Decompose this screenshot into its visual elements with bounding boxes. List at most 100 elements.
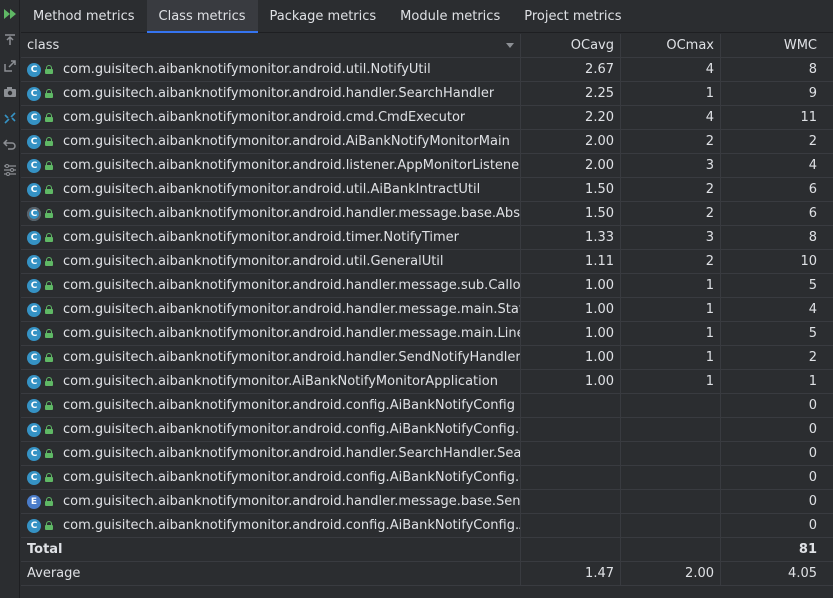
wmc-cell: 0: [721, 490, 833, 514]
class-cell: Ccom.guisitech.aibanknotifymonitor.andro…: [21, 394, 521, 418]
ocavg-cell: [521, 514, 621, 538]
table-row[interactable]: Ccom.guisitech.aibanknotifymonitor.andro…: [21, 154, 833, 178]
table-header: class OCavg OCmax WMC: [21, 34, 833, 58]
settings-icon[interactable]: [2, 162, 18, 178]
ocmax-cell: [621, 442, 721, 466]
class-name: com.guisitech.aibanknotifymonitor.androi…: [63, 229, 460, 245]
class-name: com.guisitech.aibanknotifymonitor.androi…: [63, 61, 431, 77]
public-access-icon: [45, 329, 53, 338]
class-cell: Ccom.guisitech.aibanknotifymonitor.andro…: [21, 418, 521, 442]
table-row[interactable]: Ccom.guisitech.aibanknotifymonitor.andro…: [21, 106, 833, 130]
tab-package-metrics[interactable]: Package metrics: [258, 0, 389, 33]
total-row[interactable]: Total 81: [21, 538, 833, 562]
ocavg-cell: 1.00: [521, 274, 621, 298]
wmc-cell: 6: [721, 178, 833, 202]
ocavg-cell: 2.00: [521, 154, 621, 178]
wmc-cell: 9: [721, 82, 833, 106]
table-row[interactable]: Ccom.guisitech.aibanknotifymonitor.andro…: [21, 274, 833, 298]
class-name: com.guisitech.aibanknotifymonitor.androi…: [63, 349, 520, 365]
class-cell: Ccom.guisitech.aibanknotifymonitor.andro…: [21, 514, 521, 538]
table-row[interactable]: Ccom.guisitech.aibanknotifymonitor.andro…: [21, 226, 833, 250]
table-row[interactable]: Ccom.guisitech.aibanknotifymonitor.andro…: [21, 346, 833, 370]
sort-descending-icon[interactable]: [506, 43, 514, 48]
class-name: com.guisitech.aibanknotifymonitor.AiBank…: [63, 373, 498, 389]
class-cell: Ccom.guisitech.aibanknotifymonitor.andro…: [21, 298, 521, 322]
class-cell: Ccom.guisitech.aibanknotifymonitor.andro…: [21, 226, 521, 250]
class-cell: Ccom.guisitech.aibanknotifymonitor.andro…: [21, 442, 521, 466]
class-cell: Ecom.guisitech.aibanknotifymonitor.andro…: [21, 490, 521, 514]
ocmax-cell: 1: [621, 322, 721, 346]
class-icon: C: [27, 374, 41, 389]
public-access-icon: [45, 473, 53, 482]
total-ocavg: [521, 538, 621, 562]
tab-project-metrics[interactable]: Project metrics: [512, 0, 633, 33]
class-name: com.guisitech.aibanknotifymonitor.androi…: [63, 469, 520, 485]
ocmax-cell: 2: [621, 202, 721, 226]
class-icon: C: [27, 134, 41, 149]
average-ocavg: 1.47: [521, 562, 621, 586]
ocmax-cell: 3: [621, 154, 721, 178]
column-header-ocmax[interactable]: OCmax: [621, 34, 721, 58]
table-row[interactable]: Ccom.guisitech.aibanknotifymonitor.andro…: [21, 178, 833, 202]
class-name: com.guisitech.aibanknotifymonitor.androi…: [63, 517, 520, 533]
class-icon: C: [27, 62, 41, 77]
class-icon: C: [27, 470, 41, 485]
public-access-icon: [45, 521, 53, 530]
diff-icon[interactable]: [2, 110, 18, 126]
open-in-editor-icon[interactable]: [2, 58, 18, 74]
table-row[interactable]: Ccom.guisitech.aibanknotifymonitor.andro…: [21, 418, 833, 442]
run-icon[interactable]: [2, 6, 18, 22]
table-row[interactable]: Ccom.guisitech.aibanknotifymonitor.AiBan…: [21, 370, 833, 394]
table-row[interactable]: Ccom.guisitech.aibanknotifymonitor.andro…: [21, 466, 833, 490]
public-access-icon: [45, 377, 53, 386]
undo-icon[interactable]: [2, 136, 18, 152]
table-row[interactable]: Ccom.guisitech.aibanknotifymonitor.andro…: [21, 58, 833, 82]
table-row[interactable]: Ecom.guisitech.aibanknotifymonitor.andro…: [21, 490, 833, 514]
class-cell: Ccom.guisitech.aibanknotifymonitor.AiBan…: [21, 370, 521, 394]
public-access-icon: [45, 449, 53, 458]
tab-class-metrics[interactable]: Class metrics: [146, 0, 258, 33]
column-header-class[interactable]: class: [21, 34, 521, 58]
class-name: com.guisitech.aibanknotifymonitor.androi…: [63, 253, 444, 269]
average-wmc: 4.05: [721, 562, 833, 586]
table-row[interactable]: Ccom.guisitech.aibanknotifymonitor.andro…: [21, 130, 833, 154]
class-name: com.guisitech.aibanknotifymonitor.androi…: [63, 445, 520, 461]
public-access-icon: [45, 353, 53, 362]
snapshot-icon[interactable]: [2, 84, 18, 100]
ocmax-cell: 3: [621, 226, 721, 250]
table-row[interactable]: Ccom.guisitech.aibanknotifymonitor.andro…: [21, 202, 833, 226]
ocmax-cell: 2: [621, 178, 721, 202]
table-row[interactable]: Ccom.guisitech.aibanknotifymonitor.andro…: [21, 82, 833, 106]
wmc-cell: 4: [721, 298, 833, 322]
ocavg-cell: 2.25: [521, 82, 621, 106]
class-name: com.guisitech.aibanknotifymonitor.androi…: [63, 85, 495, 101]
class-cell: Ccom.guisitech.aibanknotifymonitor.andro…: [21, 178, 521, 202]
wmc-cell: 0: [721, 394, 833, 418]
table-row[interactable]: Ccom.guisitech.aibanknotifymonitor.andro…: [21, 514, 833, 538]
table-row[interactable]: Ccom.guisitech.aibanknotifymonitor.andro…: [21, 298, 833, 322]
average-row[interactable]: Average 1.47 2.00 4.05: [21, 562, 833, 586]
class-icon: C: [27, 86, 41, 101]
wmc-cell: 1: [721, 370, 833, 394]
ocavg-cell: 1.00: [521, 370, 621, 394]
export-icon[interactable]: [2, 32, 18, 48]
class-cell: Ccom.guisitech.aibanknotifymonitor.andro…: [21, 154, 521, 178]
table-row[interactable]: Ccom.guisitech.aibanknotifymonitor.andro…: [21, 322, 833, 346]
ocavg-cell: 1.00: [521, 346, 621, 370]
ocmax-cell: 1: [621, 82, 721, 106]
table-row[interactable]: Ccom.guisitech.aibanknotifymonitor.andro…: [21, 394, 833, 418]
public-access-icon: [45, 65, 53, 74]
ocavg-cell: 2.20: [521, 106, 621, 130]
tab-module-metrics[interactable]: Module metrics: [388, 0, 512, 33]
column-header-ocavg[interactable]: OCavg: [521, 34, 621, 58]
public-access-icon: [45, 161, 53, 170]
table-row[interactable]: Ccom.guisitech.aibanknotifymonitor.andro…: [21, 250, 833, 274]
wmc-cell: 11: [721, 106, 833, 130]
ocavg-cell: [521, 418, 621, 442]
class-cell: Ccom.guisitech.aibanknotifymonitor.andro…: [21, 58, 521, 82]
column-header-wmc[interactable]: WMC: [721, 34, 833, 58]
ocmax-cell: [621, 514, 721, 538]
ocavg-cell: 1.33: [521, 226, 621, 250]
table-row[interactable]: Ccom.guisitech.aibanknotifymonitor.andro…: [21, 442, 833, 466]
tab-method-metrics[interactable]: Method metrics: [21, 0, 147, 33]
